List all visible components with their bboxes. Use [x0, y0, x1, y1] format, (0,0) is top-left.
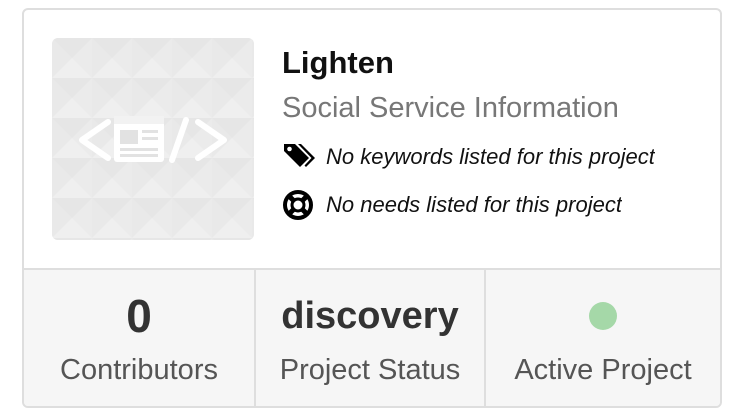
project-stats: 0 Contributors discovery Project Status …: [24, 268, 720, 406]
stat-project-status: discovery Project Status: [254, 270, 484, 406]
active-status-dot: [589, 302, 617, 330]
needs-text: No needs listed for this project: [326, 192, 622, 217]
active-project-label: Active Project: [514, 354, 692, 386]
contributors-label: Contributors: [60, 354, 218, 386]
contributors-count: 0: [126, 290, 152, 342]
code-document-icon: [52, 38, 254, 240]
project-subtitle: Social Service Information: [282, 92, 619, 124]
tags-icon: [284, 144, 315, 167]
project-card-header: Lighten Social Service Information No ke…: [24, 10, 720, 268]
life-ring-icon: [283, 190, 313, 220]
needs-row: No needs listed for this project: [282, 188, 686, 222]
project-card[interactable]: Lighten Social Service Information No ke…: [22, 8, 722, 408]
active-indicator-wrap: [589, 288, 617, 344]
stat-contributors: 0 Contributors: [24, 270, 254, 406]
keywords-text: No keywords listed for this project: [326, 144, 655, 169]
project-info: Lighten Social Service Information No ke…: [282, 42, 692, 222]
project-status-label: Project Status: [279, 354, 461, 386]
project-status-value: discovery: [281, 295, 459, 337]
keywords-row: No keywords listed for this project: [282, 140, 686, 174]
stat-active-project: Active Project: [484, 270, 720, 406]
project-title[interactable]: Lighten: [282, 42, 692, 84]
project-thumbnail[interactable]: [52, 38, 254, 240]
